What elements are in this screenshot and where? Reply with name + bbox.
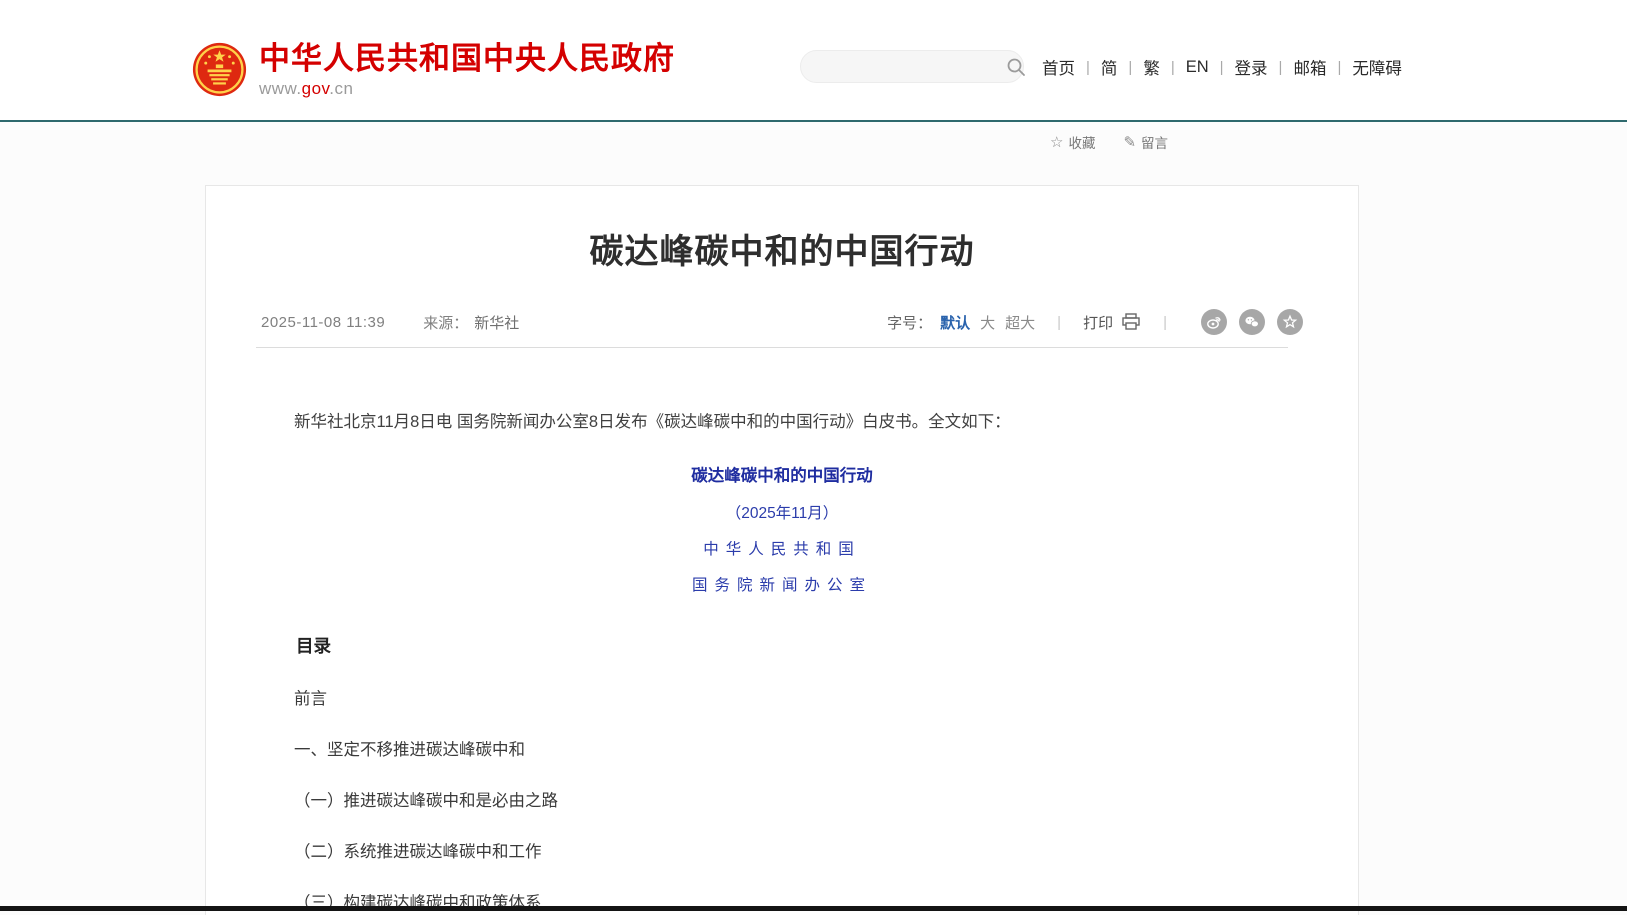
nav-separator: | xyxy=(1171,59,1175,76)
nav-home[interactable]: 首页 xyxy=(1040,55,1077,79)
meta-separator: | xyxy=(1163,314,1167,331)
article-title: 碳达峰碳中和的中国行动 xyxy=(206,224,1358,273)
toc-item: 一、坚定不移推进碳达峰碳中和 xyxy=(294,736,1303,760)
publish-date: 2025-11-08 11:39 xyxy=(261,314,385,331)
site-url-suffix: .cn xyxy=(329,79,353,98)
nav-separator: | xyxy=(1086,59,1090,76)
toc-list: 前言一、坚定不移推进碳达峰碳中和 （一）推进碳达峰碳中和是必由之路 （二）系统推进碳… xyxy=(261,685,1303,915)
brand-text: 中华人民共和国中央人民政府 www.gov.cn xyxy=(259,42,675,99)
message-button[interactable]: ✎ 留言 xyxy=(1123,132,1168,152)
site-header: 中华人民共和国中央人民政府 www.gov.cn 首页 | 简 | 繁 | EN… xyxy=(0,0,1627,122)
message-label: 留言 xyxy=(1141,132,1168,152)
site-title: 中华人民共和国中央人民政府 xyxy=(259,42,675,76)
nav-accessibility[interactable]: 无障碍 xyxy=(1350,55,1404,79)
search-input[interactable] xyxy=(801,59,1006,75)
page-tools: ☆ 收藏 ✎ 留言 xyxy=(1050,132,1196,152)
doc-org-line1: 中华人民共和国 xyxy=(261,537,1303,559)
nav-separator: | xyxy=(1337,59,1341,76)
toc-heading: 目录 xyxy=(296,633,1303,658)
doc-title: 碳达峰碳中和的中国行动 xyxy=(261,462,1303,486)
toc-item: （二）系统推进碳达峰碳中和工作 xyxy=(294,838,1303,862)
pencil-icon: ✎ xyxy=(1123,133,1136,151)
favorite-label: 收藏 xyxy=(1068,132,1095,152)
share-weibo-icon[interactable] xyxy=(1201,309,1227,335)
nav-separator: | xyxy=(1279,59,1283,76)
nav-english[interactable]: EN xyxy=(1184,58,1211,77)
print-label: 打印 xyxy=(1083,312,1113,333)
nav-simplified[interactable]: 简 xyxy=(1099,55,1120,79)
printer-icon xyxy=(1121,313,1141,331)
toc-item: 前言 xyxy=(294,685,1303,709)
site-logo[interactable]: 中华人民共和国中央人民政府 www.gov.cn xyxy=(192,42,675,99)
meta-right: 字号： 默认 大 超大 | 打印 | xyxy=(887,309,1303,335)
meta-left: 2025-11-08 11:39 来源： 新华社 xyxy=(261,312,519,333)
national-emblem-icon xyxy=(192,42,247,97)
top-nav: 首页 | 简 | 繁 | EN | 登录 | 邮箱 | 无障碍 xyxy=(1040,54,1404,80)
nav-login[interactable]: 登录 xyxy=(1233,55,1270,79)
search-icon[interactable] xyxy=(1006,57,1026,77)
print-button[interactable]: 打印 xyxy=(1083,312,1141,333)
font-size-default-button[interactable]: 默认 xyxy=(940,312,970,333)
site-url-gov: gov xyxy=(302,79,330,98)
doc-org-line2: 国务院新闻办公室 xyxy=(261,573,1303,595)
doc-date: （2025年11月） xyxy=(261,501,1303,523)
search-box xyxy=(800,50,1024,83)
source-value[interactable]: 新华社 xyxy=(474,312,519,333)
lead-paragraph: 新华社北京11月8日电 国务院新闻办公室8日发布《碳达峰碳中和的中国行动》白皮书… xyxy=(261,410,1303,434)
article-card: 碳达峰碳中和的中国行动 2025-11-08 11:39 来源： 新华社 字号：… xyxy=(205,185,1359,915)
article-meta-row: 2025-11-08 11:39 来源： 新华社 字号： 默认 大 超大 | 打… xyxy=(206,309,1358,335)
nav-mail[interactable]: 邮箱 xyxy=(1291,55,1328,79)
meta-divider xyxy=(256,347,1288,348)
star-icon: ☆ xyxy=(1050,133,1063,151)
favorite-button[interactable]: ☆ 收藏 xyxy=(1050,132,1095,152)
font-size-large-button[interactable]: 大 xyxy=(980,312,995,333)
article-body: 新华社北京11月8日电 国务院新闻办公室8日发布《碳达峰碳中和的中国行动》白皮书… xyxy=(206,410,1358,915)
site-url: www.gov.cn xyxy=(259,79,675,99)
nav-traditional[interactable]: 繁 xyxy=(1141,55,1162,79)
font-size-xlarge-button[interactable]: 超大 xyxy=(1005,312,1035,333)
share-wechat-icon[interactable] xyxy=(1239,309,1265,335)
source-label: 来源： xyxy=(423,312,468,333)
nav-separator: | xyxy=(1220,59,1224,76)
meta-separator: | xyxy=(1057,314,1061,331)
font-size-label: 字号： xyxy=(887,312,932,333)
toc-item: （一）推进碳达峰碳中和是必由之路 xyxy=(294,787,1303,811)
nav-separator: | xyxy=(1128,59,1132,76)
share-icons xyxy=(1189,309,1303,335)
site-url-prefix: www. xyxy=(259,79,302,98)
share-more-icon[interactable] xyxy=(1277,309,1303,335)
window-bottom-edge xyxy=(0,906,1627,911)
